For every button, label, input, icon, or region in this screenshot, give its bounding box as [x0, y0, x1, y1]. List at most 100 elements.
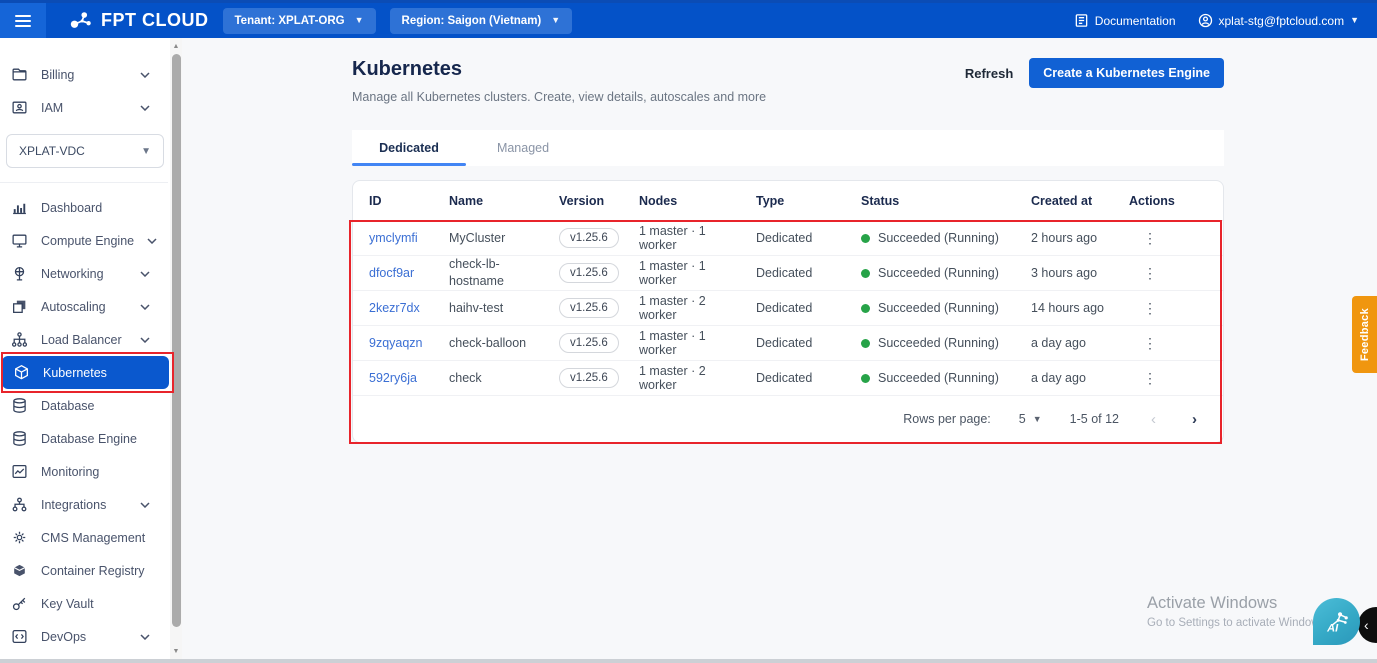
- documentation-link[interactable]: Documentation: [1074, 13, 1176, 28]
- sidebar-item-dashboard[interactable]: Dashboard: [0, 191, 168, 224]
- kebab-menu-icon[interactable]: ⋮: [1137, 300, 1163, 316]
- sidebar-item-billing[interactable]: Billing: [0, 58, 168, 91]
- cluster-id-link[interactable]: 2kezr7dx: [369, 301, 420, 315]
- pagination-range: 1-5 of 12: [1070, 412, 1119, 426]
- chevron-down-icon: [140, 72, 150, 78]
- created-at-value: a day ago: [1031, 336, 1129, 350]
- cluster-id-link[interactable]: ymclymfi: [369, 231, 418, 245]
- top-header: FPT CLOUD Tenant: XPLAT-ORG ▼ Region: Sa…: [0, 0, 1377, 38]
- caret-down-icon: ▼: [551, 16, 560, 25]
- pagination-bar: Rows per page: 5 ▼ 1-5 of 12 ‹ ›: [353, 396, 1223, 442]
- status-text: Succeeded (Running): [878, 336, 999, 350]
- tab-dedicated[interactable]: Dedicated: [352, 130, 466, 166]
- cluster-name: check-balloon: [449, 335, 559, 352]
- version-badge: v1.25.6: [559, 368, 619, 388]
- main-content: Kubernetes Manage all Kubernetes cluster…: [182, 38, 1377, 659]
- nodes-value: 1 master · 2 worker: [639, 294, 756, 322]
- status-dot-icon: [861, 304, 870, 313]
- activate-windows-watermark: Activate Windows Go to Settings to activ…: [1147, 594, 1325, 629]
- cluster-name: check: [449, 370, 559, 387]
- rows-per-page-value: 5: [1019, 412, 1026, 426]
- create-kubernetes-engine-button[interactable]: Create a Kubernetes Engine: [1029, 58, 1224, 88]
- fpt-cloud-logo: FPT CLOUD: [68, 10, 209, 32]
- col-nodes: Nodes: [639, 194, 756, 208]
- caret-down-icon: ▼: [355, 16, 364, 25]
- next-page-icon[interactable]: ›: [1188, 411, 1201, 428]
- ai-assistant-button[interactable]: AI: [1313, 598, 1360, 645]
- region-dropdown[interactable]: Region: Saigon (Vietnam) ▼: [390, 8, 573, 34]
- networking-icon: [11, 265, 28, 282]
- kebab-menu-icon[interactable]: ⋮: [1137, 335, 1163, 351]
- status-dot-icon: [861, 374, 870, 383]
- chevron-down-icon: [140, 271, 150, 277]
- sidebar-item-compute-engine[interactable]: Compute Engine: [0, 224, 168, 257]
- hamburger-menu-icon[interactable]: [0, 3, 46, 38]
- table-row: dfocf9ar check-lb-hostname v1.25.6 1 mas…: [353, 256, 1223, 291]
- cluster-id-link[interactable]: 592ry6ja: [369, 371, 417, 385]
- cluster-name: check-lb-hostname: [449, 256, 559, 290]
- col-status: Status: [861, 194, 1031, 208]
- scroll-down-icon[interactable]: ▼: [170, 645, 182, 657]
- sidebar-item-key-vault[interactable]: Key Vault: [0, 587, 168, 620]
- cluster-id-link[interactable]: dfocf9ar: [369, 266, 414, 280]
- kebab-menu-icon[interactable]: ⋮: [1137, 230, 1163, 246]
- sidebar-item-container-registry[interactable]: Container Registry: [0, 554, 168, 587]
- tab-managed[interactable]: Managed: [466, 130, 580, 166]
- tenant-dropdown[interactable]: Tenant: XPLAT-ORG ▼: [223, 8, 376, 34]
- ai-label: AI: [1326, 622, 1339, 634]
- created-at-value: a day ago: [1031, 371, 1129, 385]
- vdc-selector-value: XPLAT-VDC: [19, 144, 141, 158]
- chevron-down-icon: [140, 304, 150, 310]
- sidebar-item-devops[interactable]: DevOps: [0, 620, 168, 653]
- type-value: Dedicated: [756, 301, 861, 315]
- previous-page-icon[interactable]: ‹: [1147, 411, 1160, 428]
- database-icon: [11, 397, 28, 414]
- sidebar-item-kubernetes[interactable]: Kubernetes: [2, 356, 169, 389]
- created-at-value: 14 hours ago: [1031, 301, 1129, 315]
- type-value: Dedicated: [756, 371, 861, 385]
- documentation-label: Documentation: [1095, 14, 1176, 28]
- sidebar-item-cms-management[interactable]: CMS Management: [0, 521, 168, 554]
- sidebar-item-networking[interactable]: Networking: [0, 257, 168, 290]
- scroll-up-icon[interactable]: ▲: [170, 40, 182, 52]
- user-account-menu[interactable]: xplat-stg@fptcloud.com ▼: [1198, 13, 1360, 28]
- vdc-selector[interactable]: XPLAT-VDC ▼: [6, 134, 164, 168]
- caret-down-icon: ▼: [1350, 16, 1359, 25]
- chevron-down-icon: [140, 337, 150, 343]
- nodes-value: 1 master · 1 worker: [639, 329, 756, 357]
- nodes-value: 1 master · 1 worker: [639, 224, 756, 252]
- caret-down-icon: ▼: [1033, 414, 1042, 424]
- kebab-menu-icon[interactable]: ⋮: [1137, 265, 1163, 281]
- caret-down-icon: ▼: [141, 146, 151, 157]
- chevron-down-icon: [140, 502, 150, 508]
- sidebar-item-database[interactable]: Database: [0, 389, 168, 422]
- table-row: 9zqyaqzn check-balloon v1.25.6 1 master …: [353, 326, 1223, 361]
- nodes-value: 1 master · 1 worker: [639, 259, 756, 287]
- col-version: Version: [559, 194, 639, 208]
- rows-per-page-select[interactable]: 5 ▼: [1019, 412, 1042, 426]
- table-row: 2kezr7dx haihv-test v1.25.6 1 master · 2…: [353, 291, 1223, 326]
- scrollbar-thumb[interactable]: [172, 54, 181, 627]
- sidebar-item-monitoring[interactable]: Monitoring: [0, 455, 168, 488]
- feedback-tab[interactable]: Feedback: [1352, 296, 1377, 373]
- sidebar-item-integrations[interactable]: Integrations: [0, 488, 168, 521]
- status-dot-icon: [861, 234, 870, 243]
- user-circle-icon: [1198, 13, 1213, 28]
- sidebar-item-load-balancer[interactable]: Load Balancer: [0, 323, 168, 356]
- chevron-down-icon: [140, 105, 150, 111]
- sidebar-item-iam[interactable]: IAM: [0, 91, 168, 124]
- iam-icon: [11, 99, 28, 116]
- sidebar-item-database-engine[interactable]: Database Engine: [0, 422, 168, 455]
- version-badge: v1.25.6: [559, 298, 619, 318]
- kebab-menu-icon[interactable]: ⋮: [1137, 370, 1163, 386]
- sidebar-scrollbar[interactable]: ▲ ▼: [170, 38, 182, 659]
- col-name: Name: [449, 194, 559, 208]
- sidebar-item-autoscaling[interactable]: Autoscaling: [0, 290, 168, 323]
- cluster-id-link[interactable]: 9zqyaqzn: [369, 336, 423, 350]
- refresh-button[interactable]: Refresh: [965, 66, 1013, 81]
- ai-molecule-icon: AI: [1322, 608, 1352, 635]
- col-type: Type: [756, 194, 861, 208]
- region-label: Region: Saigon (Vietnam): [402, 15, 542, 27]
- version-badge: v1.25.6: [559, 263, 619, 283]
- tenant-label: Tenant: XPLAT-ORG: [235, 15, 345, 27]
